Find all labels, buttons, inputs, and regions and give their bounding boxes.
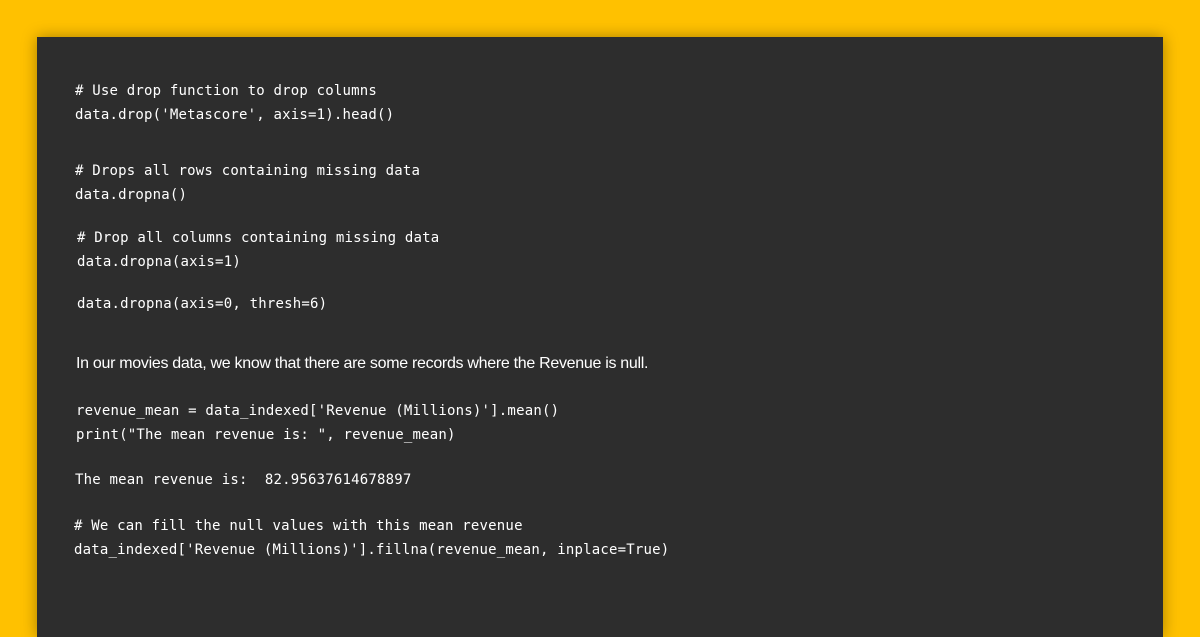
- code-drop-metascore: data.drop('Metascore', axis=1).head(): [75, 107, 395, 123]
- code-panel: # Use drop function to drop columns data…: [37, 37, 1163, 637]
- comment-fill-null: # We can fill the null values with this …: [74, 518, 523, 534]
- code-dropna-axis1: data.dropna(axis=1): [77, 254, 241, 270]
- code-print-mean: print("The mean revenue is: ", revenue_m…: [76, 427, 456, 443]
- output-mean-revenue: The mean revenue is: 82.95637614678897: [75, 472, 412, 488]
- comment-drop-rows: # Drops all rows containing missing data: [75, 163, 421, 179]
- code-revenue-mean: revenue_mean = data_indexed['Revenue (Mi…: [76, 403, 560, 419]
- comment-drop-columns: # Use drop function to drop columns: [75, 83, 378, 99]
- explanation-text: In our movies data, we know that there a…: [76, 355, 649, 372]
- comment-drop-columns-missing: # Drop all columns containing missing da…: [77, 230, 440, 246]
- code-dropna-thresh: data.dropna(axis=0, thresh=6): [77, 296, 328, 312]
- code-fillna: data_indexed['Revenue (Millions)'].filln…: [74, 542, 670, 558]
- code-dropna: data.dropna(): [75, 187, 188, 203]
